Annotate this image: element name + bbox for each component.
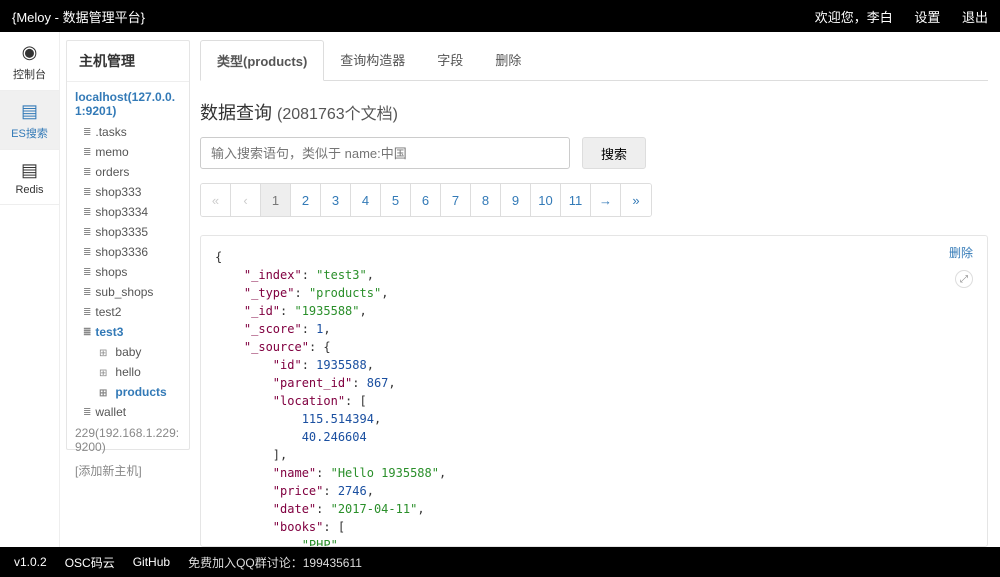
expand-icon[interactable]: ⤢ [955,270,973,288]
nav-redis[interactable]: ▤ Redis [0,150,59,205]
db-icon: ≣ [83,147,91,158]
database-icon: ▤ [0,101,59,122]
page-number[interactable]: 4 [351,184,381,216]
index-item[interactable]: ≣memo [67,142,189,162]
logout-link[interactable]: 退出 [962,10,988,25]
page-number[interactable]: 10 [531,184,561,216]
db-icon: ≣ [83,327,91,338]
db-icon: ≣ [83,287,91,298]
database-icon: ▤ [0,160,59,181]
db-icon: ≣ [83,207,91,218]
search-input[interactable] [200,137,570,169]
footer: v1.0.2 OSC码云 GitHub 免费加入QQ群讨论：199435611 [0,547,1000,577]
footer-link-github[interactable]: GitHub [133,555,170,569]
type-item[interactable]: baby [67,342,189,362]
index-item[interactable]: ≣shops [67,262,189,282]
welcome-text: 欢迎您，李白 [815,10,893,25]
version: v1.0.2 [14,555,47,569]
dashboard-icon: ◉ [0,42,59,63]
db-icon: ≣ [83,187,91,198]
search-button[interactable]: 搜索 [582,137,646,169]
settings-link[interactable]: 设置 [914,10,940,25]
result-card: 删除 ⤢ { "_index": "test3", "_type": "prod… [200,235,988,547]
page-number[interactable]: 9 [501,184,531,216]
index-item[interactable]: ≣wallet [67,402,189,422]
topbar: {Meloy - 数据管理平台} 欢迎您，李白 设置 退出 [0,0,1000,32]
page-heading: 数据查询 (2081763个文档) [200,99,988,125]
index-item[interactable]: ≣orders [67,162,189,182]
sidebar: 主机管理 localhost(127.0.0.1:9201)≣.tasks≣me… [60,32,190,547]
json-output: { "_index": "test3", "_type": "products"… [215,248,973,547]
db-icon: ≣ [83,307,91,318]
tab[interactable]: 删除 [479,40,537,80]
index-item[interactable]: ≣test2 [67,302,189,322]
db-icon: ≣ [83,167,91,178]
nav-es-search[interactable]: ▤ ES搜索 [0,91,59,150]
page-number[interactable]: 11 [561,184,591,216]
index-item[interactable]: ≣shop3336 [67,242,189,262]
delete-doc-link[interactable]: 删除 [949,244,973,261]
table-icon [99,345,111,359]
index-item[interactable]: ≣shop3335 [67,222,189,242]
app-title: {Meloy - 数据管理平台} [12,7,797,26]
content: 类型(products)查询构造器字段删除 数据查询 (2081763个文档) … [190,32,1000,547]
add-host[interactable]: [添加新主机] [67,458,189,483]
page-next[interactable]: → [591,184,621,216]
table-icon [99,385,111,399]
tab[interactable]: 类型(products) [200,40,324,81]
page-number[interactable]: 7 [441,184,471,216]
type-item[interactable]: products [67,382,189,402]
host-229[interactable]: 229(192.168.1.229:9200) [67,422,189,458]
db-icon: ≣ [83,227,91,238]
page-number[interactable]: 6 [411,184,441,216]
db-icon: ≣ [83,127,91,138]
page-last[interactable]: » [621,184,651,216]
footer-qq: 免费加入QQ群讨论：199435611 [188,554,362,571]
db-icon: ≣ [83,267,91,278]
page-prev[interactable]: ‹ [231,184,261,216]
tab[interactable]: 查询构造器 [324,40,421,80]
host-localhost[interactable]: localhost(127.0.0.1:9201) [67,86,189,122]
page-number[interactable]: 8 [471,184,501,216]
left-nav: ◉ 控制台 ▤ ES搜索 ▤ Redis [0,32,60,547]
index-item[interactable]: ≣shop333 [67,182,189,202]
type-item[interactable]: hello [67,362,189,382]
index-item[interactable]: ≣sub_shops [67,282,189,302]
index-item-active[interactable]: ≣test3 [67,322,189,342]
index-item[interactable]: ≣shop3334 [67,202,189,222]
db-icon: ≣ [83,407,91,418]
nav-console[interactable]: ◉ 控制台 [0,32,59,91]
page-number[interactable]: 3 [321,184,351,216]
db-icon: ≣ [83,247,91,258]
tabs: 类型(products)查询构造器字段删除 [200,40,988,81]
table-icon [99,365,111,379]
tab[interactable]: 字段 [421,40,479,80]
page-first[interactable]: « [201,184,231,216]
pagination: «‹1234567891011→» [200,183,652,217]
footer-link-osc[interactable]: OSC码云 [65,554,115,571]
page-number[interactable]: 2 [291,184,321,216]
index-item[interactable]: ≣.tasks [67,122,189,142]
sidebar-title: 主机管理 [67,41,189,82]
page-number[interactable]: 1 [261,184,291,216]
page-number[interactable]: 5 [381,184,411,216]
